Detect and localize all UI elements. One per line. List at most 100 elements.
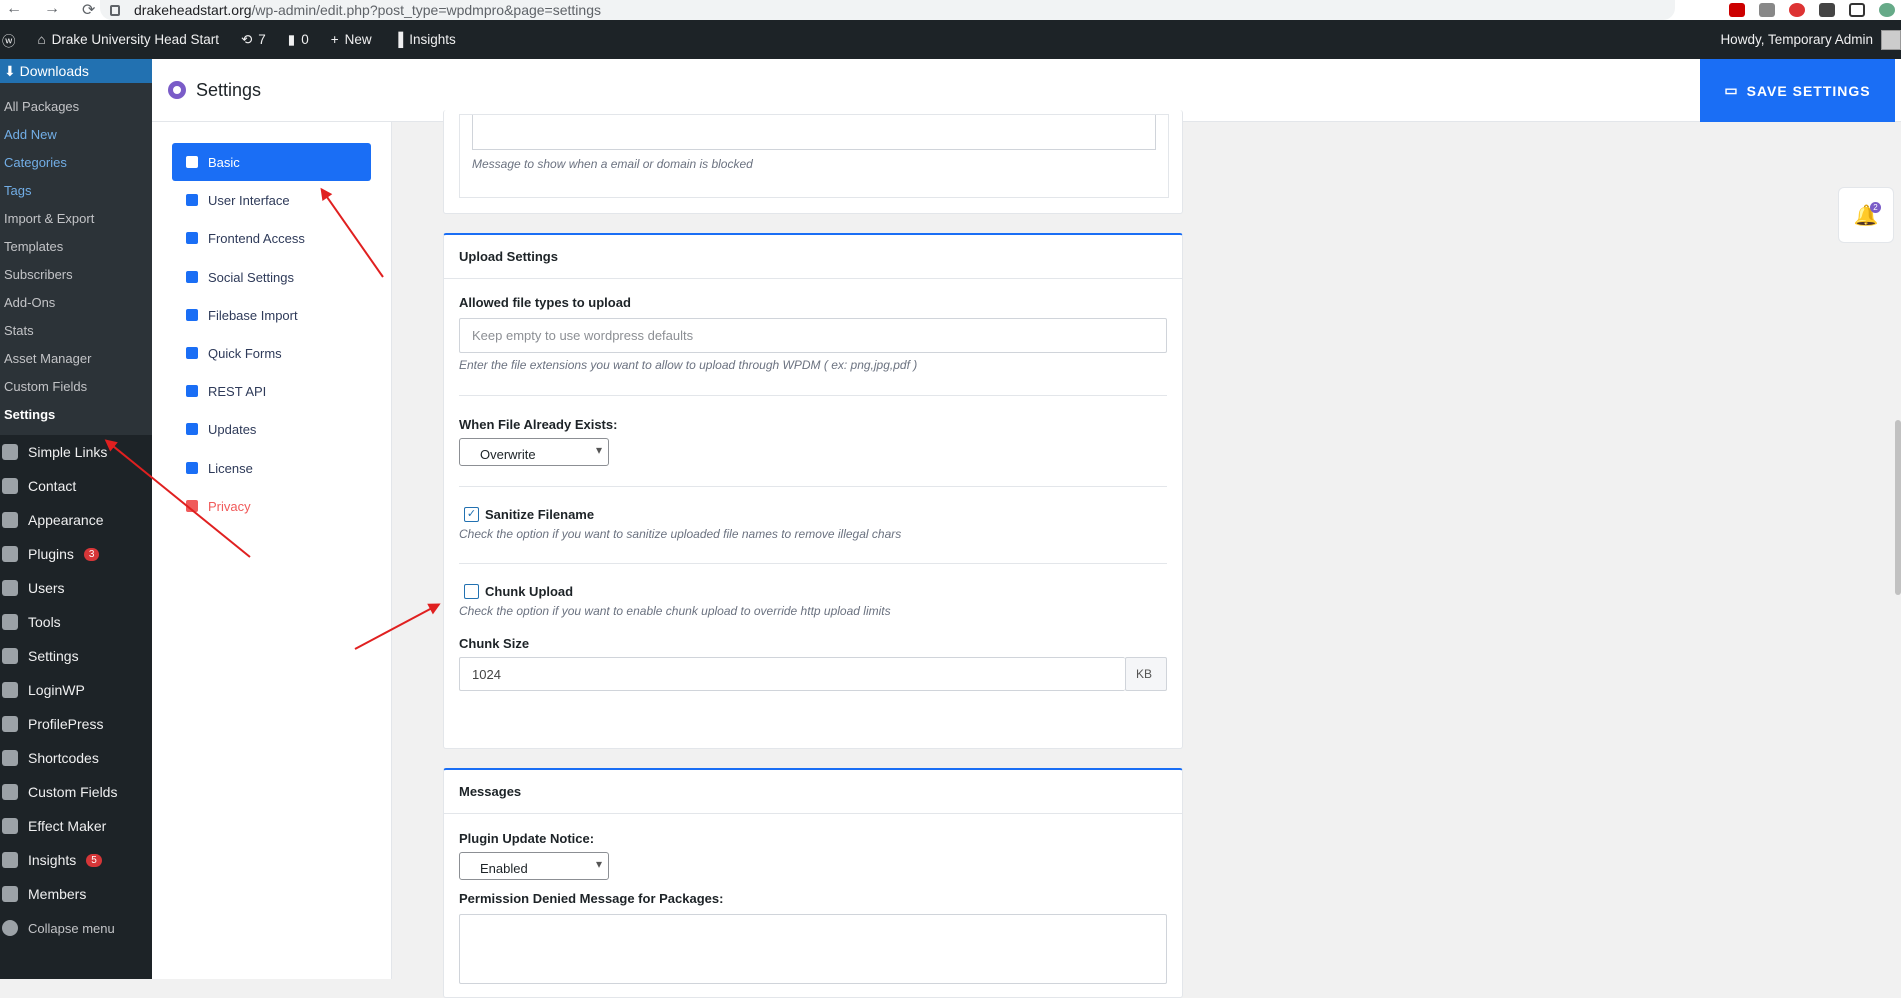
submenu-templates[interactable]: Templates bbox=[0, 233, 152, 261]
sanitize-checkbox[interactable]: ✓ bbox=[464, 507, 479, 522]
back-icon[interactable]: ← bbox=[6, 0, 22, 20]
submenu-custom-fields[interactable]: Custom Fields bbox=[0, 373, 152, 401]
submenu-tags[interactable]: Tags bbox=[0, 177, 152, 205]
chart-icon bbox=[2, 852, 18, 868]
sidebar-item-simple-links[interactable]: Simple Links bbox=[0, 435, 152, 469]
admin-sidebar: ⬇ Downloads All Packages Add New Categor… bbox=[0, 59, 160, 979]
update-notice-label: Plugin Update Notice: bbox=[459, 831, 595, 846]
save-settings-button[interactable]: ▭ SAVE SETTINGS bbox=[1700, 59, 1895, 122]
url-path: /wp-admin/edit.php?post_type=wpdmpro&pag… bbox=[251, 2, 601, 18]
tab-updates[interactable]: Updates bbox=[172, 410, 371, 448]
collapse-menu-button[interactable]: Collapse menu bbox=[0, 911, 152, 945]
puzzle-icon[interactable] bbox=[1819, 3, 1835, 17]
wrench-icon bbox=[2, 614, 18, 630]
sidebar-item-downloads[interactable]: ⬇ Downloads bbox=[0, 59, 160, 83]
tab-rest-api[interactable]: REST API bbox=[172, 372, 371, 410]
tab-basic[interactable]: Basic bbox=[172, 143, 371, 181]
blocked-message-help: Message to show when a email or domain i… bbox=[472, 157, 753, 171]
tab-filebase-import[interactable]: Filebase Import bbox=[172, 296, 371, 334]
permission-denied-textarea[interactable] bbox=[459, 914, 1167, 984]
tab-social-settings[interactable]: Social Settings bbox=[172, 258, 371, 296]
submenu-settings[interactable]: Settings bbox=[0, 401, 152, 429]
submenu-categories[interactable]: Categories bbox=[0, 149, 152, 177]
link-icon bbox=[2, 444, 18, 460]
sidebar-item-profilepress[interactable]: ProfilePress bbox=[0, 707, 152, 741]
forward-icon[interactable]: → bbox=[44, 0, 60, 20]
submenu-add-ons[interactable]: Add-Ons bbox=[0, 289, 152, 317]
chunk-upload-help: Check the option if you want to enable c… bbox=[459, 604, 891, 618]
submenu-all-packages[interactable]: All Packages bbox=[0, 93, 152, 121]
site-name-link[interactable]: ⌂ Drake University Head Start bbox=[38, 32, 219, 47]
chunk-size-input[interactable]: 1024 bbox=[459, 657, 1125, 691]
page-scrollbar[interactable] bbox=[1895, 420, 1901, 595]
sanitize-help: Check the option if you want to sanitize… bbox=[459, 527, 902, 541]
updates-link[interactable]: ⟲ 7 bbox=[241, 32, 266, 48]
sidebar-item-members[interactable]: Members bbox=[0, 877, 152, 911]
allowed-types-label: Allowed file types to upload bbox=[459, 295, 631, 310]
extension-icon[interactable] bbox=[1759, 3, 1775, 17]
list-icon bbox=[186, 347, 198, 359]
gear-icon bbox=[186, 309, 198, 321]
sidebar-item-shortcodes[interactable]: Shortcodes bbox=[0, 741, 152, 775]
sidebar-item-appearance[interactable]: Appearance bbox=[0, 503, 152, 537]
notifications-bell[interactable]: 🔔 2 bbox=[1838, 187, 1894, 243]
messages-card: Messages Plugin Update Notice: Enabled P… bbox=[443, 768, 1183, 998]
sidebar-item-insights[interactable]: Insights 5 bbox=[0, 843, 152, 877]
save-icon: ▭ bbox=[1724, 82, 1739, 98]
sidebar-item-settings[interactable]: Settings bbox=[0, 639, 152, 673]
blocked-message-textarea[interactable] bbox=[472, 115, 1156, 150]
wordpress-logo-icon[interactable]: ⓦ bbox=[2, 30, 16, 50]
home-icon: ⌂ bbox=[37, 32, 46, 47]
bell-badge: 2 bbox=[1870, 202, 1881, 213]
sidebar-item-loginwp[interactable]: LoginWP bbox=[0, 673, 152, 707]
address-bar[interactable]: drakeheadstart.org/wp-admin/edit.php?pos… bbox=[100, 0, 1675, 20]
sidebar-item-plugins[interactable]: Plugins 3 bbox=[0, 537, 152, 571]
submenu-import-export[interactable]: Import & Export bbox=[0, 205, 152, 233]
chunk-upload-checkbox[interactable]: ✓ bbox=[464, 584, 479, 599]
gear-icon bbox=[186, 156, 198, 168]
paint-icon bbox=[186, 194, 198, 206]
avatar bbox=[1881, 29, 1901, 50]
allowed-types-help: Enter the file extensions you want to al… bbox=[459, 358, 918, 372]
reload-icon[interactable]: ⟳ bbox=[82, 0, 95, 20]
tab-user-interface[interactable]: User Interface bbox=[172, 181, 371, 219]
plus-icon: + bbox=[330, 32, 339, 47]
tab-quick-forms[interactable]: Quick Forms bbox=[172, 334, 371, 372]
blocked-message-card: Message to show when a email or domain i… bbox=[443, 110, 1183, 214]
submenu-subscribers[interactable]: Subscribers bbox=[0, 261, 152, 289]
wp-admin-bar: ⓦ ⌂ Drake University Head Start ⟲ 7 ▮ 0 + Ne… bbox=[0, 20, 1901, 59]
profile-avatar[interactable] bbox=[1879, 3, 1895, 17]
comment-icon: ▮ bbox=[287, 31, 296, 47]
tab-frontend-access[interactable]: Frontend Access bbox=[172, 219, 371, 257]
blocked-message-panel: Message to show when a email or domain i… bbox=[459, 114, 1169, 198]
extension-icon[interactable] bbox=[1729, 3, 1745, 17]
tab-license[interactable]: License bbox=[172, 449, 371, 487]
group-icon bbox=[2, 886, 18, 902]
submenu-asset-manager[interactable]: Asset Manager bbox=[0, 345, 152, 373]
sidebar-item-custom-fields[interactable]: Custom Fields bbox=[0, 775, 152, 809]
adblock-icon[interactable] bbox=[1789, 3, 1805, 17]
refresh-icon bbox=[186, 423, 198, 435]
home-icon bbox=[2, 682, 18, 698]
sidebar-item-users[interactable]: Users bbox=[0, 571, 152, 605]
new-content-link[interactable]: + New bbox=[331, 32, 372, 47]
my-account[interactable]: Howdy, Temporary Admin bbox=[1720, 29, 1901, 50]
sidebar-item-contact[interactable]: Contact bbox=[0, 469, 152, 503]
key-icon bbox=[186, 462, 198, 474]
allowed-types-input[interactable]: Keep empty to use wordpress defaults bbox=[459, 318, 1167, 353]
chart-icon: ▐ bbox=[393, 32, 404, 47]
permission-denied-label: Permission Denied Message for Packages: bbox=[459, 891, 724, 906]
submenu-add-new[interactable]: Add New bbox=[0, 121, 152, 149]
submenu-stats[interactable]: Stats bbox=[0, 317, 152, 345]
grid-icon bbox=[2, 784, 18, 800]
sidepanel-icon[interactable] bbox=[1849, 3, 1865, 17]
file-exists-select[interactable]: Overwrite bbox=[459, 438, 609, 466]
messages-title: Messages bbox=[444, 770, 1182, 814]
comments-link[interactable]: ▮ 0 bbox=[288, 32, 309, 48]
sidebar-item-tools[interactable]: Tools bbox=[0, 605, 152, 639]
user-icon bbox=[2, 580, 18, 596]
insights-link[interactable]: ▐ Insights bbox=[394, 32, 456, 47]
sidebar-item-effect-maker[interactable]: Effect Maker bbox=[0, 809, 152, 843]
extensions-area bbox=[1729, 0, 1901, 20]
update-notice-select[interactable]: Enabled bbox=[459, 852, 609, 880]
